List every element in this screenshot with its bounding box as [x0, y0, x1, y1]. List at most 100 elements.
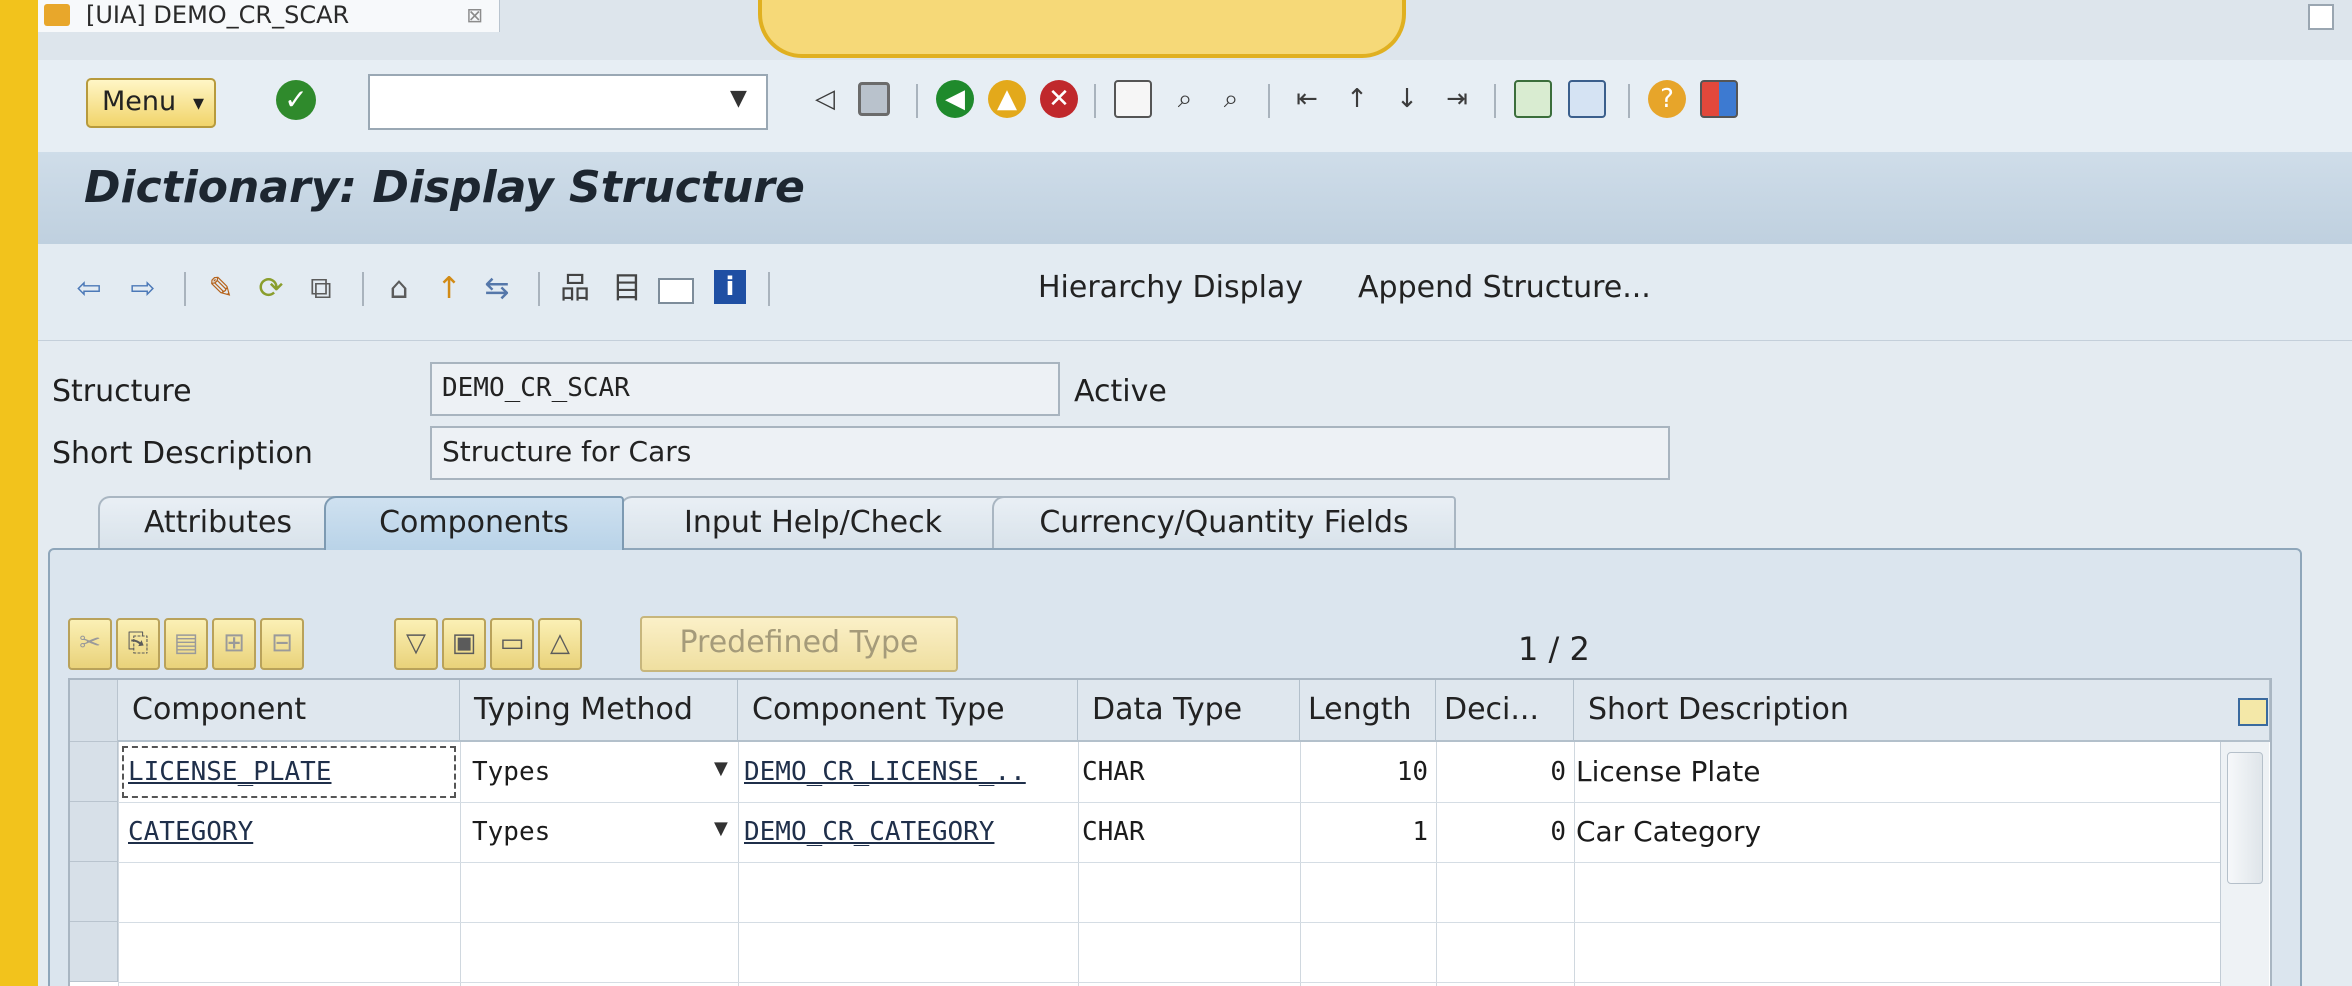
scroll-first-icon[interactable]: ▣ [442, 618, 486, 670]
toolbar-separator [538, 272, 540, 306]
information-icon[interactable]: i [714, 270, 746, 304]
page-counter: 1 / 2 [1518, 630, 1590, 668]
active-inactive-icon[interactable]: ⟳ [252, 270, 290, 308]
typing-method-cell[interactable]: Types [460, 802, 738, 862]
highlight-callout [758, 0, 1406, 58]
length-cell: 10 [1396, 757, 1428, 787]
typing-method-dropdown-icon[interactable]: ▼ [714, 818, 728, 839]
first-page-icon[interactable]: ⇤ [1288, 80, 1326, 118]
page-title: Dictionary: Display Structure [84, 162, 805, 213]
copy-icon[interactable]: ⎘ [116, 618, 160, 670]
toolbar-separator [1494, 84, 1496, 118]
tab-components[interactable]: Components [324, 496, 624, 550]
toolbar-separator [1094, 84, 1096, 118]
components-table: Component Typing Method Component Type D… [68, 678, 2272, 986]
back-triangle-icon[interactable]: ◁ [806, 80, 844, 118]
row-selector[interactable] [70, 922, 118, 982]
scroll-last-icon[interactable]: ▭ [490, 618, 534, 670]
short-description-cell: Car Category [1576, 815, 1762, 848]
print-icon[interactable] [1114, 80, 1152, 118]
application-toolbar: ⇦ ⇨ ✎ ⟳ ⧉ ⌂ ↑ ⇆ 品 目 i Hierarchy Display … [38, 244, 2352, 341]
insert-row-icon[interactable]: ⊞ [212, 618, 256, 670]
row-selector[interactable] [70, 862, 118, 922]
column-header-decimals[interactable]: Deci... [1436, 680, 1574, 742]
component-cell[interactable]: CATEGORY [118, 802, 460, 862]
table-row-empty[interactable] [118, 862, 2220, 923]
help-icon[interactable]: ? [1648, 80, 1686, 118]
row-selector[interactable] [70, 742, 118, 802]
object-marker-icon[interactable]: ↑ [430, 270, 468, 308]
column-settings-icon[interactable] [2238, 698, 2268, 726]
status-text: Active [1074, 374, 1167, 409]
append-structure-button[interactable]: Append Structure... [1358, 270, 1651, 305]
tab-input-help-check[interactable]: Input Help/Check [620, 496, 1006, 550]
toolbar-separator [1268, 84, 1270, 118]
select-all-cell[interactable] [70, 680, 118, 742]
vertical-scrollbar[interactable] [2220, 742, 2269, 986]
short-description-field[interactable]: Structure for Cars [430, 426, 1670, 480]
previous-page-icon[interactable]: ↑ [1338, 80, 1376, 118]
other-object-icon[interactable]: ⧉ [302, 270, 340, 308]
table-row[interactable]: CATEGORY Types ▼ DEMO_CR_CATEGORY CHAR 1… [118, 802, 2220, 863]
previous-object-icon[interactable]: ⇦ [70, 270, 108, 308]
delete-row-icon[interactable]: ⊟ [260, 618, 304, 670]
typing-method-dropdown-icon[interactable]: ▼ [714, 758, 728, 779]
column-header-length[interactable]: Length [1300, 680, 1436, 742]
last-page-icon[interactable]: ⇥ [1438, 80, 1476, 118]
maximize-window-icon[interactable] [2308, 4, 2334, 30]
cut-icon[interactable]: ✂ [68, 618, 112, 670]
contents-icon[interactable] [658, 278, 694, 304]
layout-menu-icon[interactable] [1700, 80, 1738, 118]
table-row-empty[interactable] [118, 922, 2220, 983]
cancel-icon[interactable]: ✕ [1040, 80, 1078, 118]
command-history-dropdown-icon[interactable]: ▼ [730, 86, 747, 111]
exit-icon[interactable]: ▲ [988, 80, 1026, 118]
structure-field[interactable]: DEMO_CR_SCAR [430, 362, 1060, 416]
find-icon[interactable]: ⌕ [1166, 80, 1204, 118]
predefined-type-button[interactable]: Predefined Type [640, 616, 958, 672]
toolbar-separator [768, 272, 770, 306]
toolbar-separator [362, 272, 364, 306]
enter-checkmark-icon[interactable]: ✓ [276, 80, 316, 120]
find-next-icon[interactable]: ⌕ [1212, 80, 1250, 118]
table-row[interactable]: LICENSE_PLATE Types ▼ DEMO_CR_LICENSE_..… [118, 742, 2220, 803]
scroll-down-icon[interactable]: ▽ [394, 618, 438, 670]
document-tab-title: [UIA] DEMO_CR_SCAR [86, 1, 350, 29]
document-tab[interactable]: [UIA] DEMO_CR_SCAR ⊠ [38, 0, 500, 32]
create-session-icon[interactable] [1514, 80, 1552, 118]
where-used-list-icon[interactable]: ⌂ [380, 270, 418, 308]
menu-button[interactable]: Menu [86, 78, 216, 128]
hierarchy-display-button[interactable]: Hierarchy Display [1038, 270, 1303, 305]
scroll-up-icon[interactable]: △ [538, 618, 582, 670]
navigation-icon[interactable]: ⇆ [478, 270, 516, 308]
save-icon[interactable] [858, 82, 890, 116]
hierarchy-icon[interactable]: 品 [556, 270, 594, 308]
create-shortcut-icon[interactable] [1568, 80, 1606, 118]
component-type-cell[interactable]: DEMO_CR_LICENSE_.. [738, 742, 1078, 802]
column-header-component-type[interactable]: Component Type [738, 680, 1078, 742]
column-header-data-type[interactable]: Data Type [1078, 680, 1300, 742]
command-field[interactable] [368, 74, 768, 130]
close-tab-icon[interactable]: ⊠ [466, 0, 483, 30]
sap-transaction-icon [44, 4, 70, 26]
next-page-icon[interactable]: ↓ [1388, 80, 1426, 118]
column-header-short-description[interactable]: Short Description [1574, 680, 2270, 742]
scrollbar-thumb[interactable] [2227, 752, 2263, 884]
component-cell[interactable]: LICENSE_PLATE [118, 742, 460, 802]
decimals-cell: 0 [1550, 817, 1566, 847]
next-object-icon[interactable]: ⇨ [124, 270, 162, 308]
system-toolbar: Menu ✓ ▼ ◁ ◀ ▲ ✕ ⌕ ⌕ ⇤ ↑ ↓ ⇥ ? [38, 60, 2352, 153]
typing-method-cell[interactable]: Types [460, 742, 738, 802]
row-selector[interactable] [70, 802, 118, 862]
display-change-icon[interactable]: ✎ [202, 270, 240, 308]
technical-settings-icon[interactable]: 目 [608, 270, 646, 308]
toolbar-separator [1628, 84, 1630, 118]
back-icon[interactable]: ◀ [936, 80, 974, 118]
title-bar: Dictionary: Display Structure [38, 152, 2352, 245]
column-header-typing-method[interactable]: Typing Method [460, 680, 738, 742]
tab-attributes[interactable]: Attributes [98, 496, 338, 550]
paste-icon[interactable]: ▤ [164, 618, 208, 670]
tab-currency-quantity-fields[interactable]: Currency/Quantity Fields [992, 496, 1456, 550]
component-type-cell[interactable]: DEMO_CR_CATEGORY [738, 802, 1078, 862]
column-header-component[interactable]: Component [118, 680, 460, 742]
